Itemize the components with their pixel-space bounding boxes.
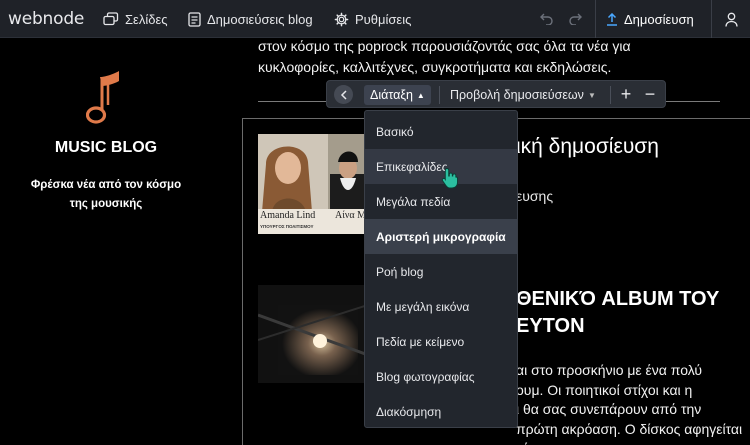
remove-post-button[interactable]: −	[641, 83, 659, 105]
layout-option[interactable]: Μεγάλα πεδία	[365, 184, 517, 219]
redo-button[interactable]	[565, 0, 585, 38]
post-1-date: ευσης	[516, 188, 554, 204]
top-bar: webnode Σελίδες Δημοσιεύσεις blog Ρυθμίσ…	[0, 0, 750, 38]
redo-icon	[569, 13, 582, 25]
upload-icon	[607, 12, 617, 26]
blog-subtitle-line: Φρέσκα νέα από τον κόσμο	[30, 179, 182, 191]
caption-name: Amanda Lind	[260, 210, 316, 221]
layout-option[interactable]: Διακόσμηση	[365, 394, 517, 429]
layout-option[interactable]: Ροή blog	[365, 254, 517, 289]
blog-section-toolbar: Διάταξη ▲ Προβολή δημοσιεύσεων ▼ + −	[326, 80, 666, 108]
layout-label: Διάταξη	[370, 88, 413, 102]
undo-icon	[540, 13, 553, 25]
layout-option[interactable]: Πεδία με κείμενο	[365, 324, 517, 359]
nav-pages[interactable]: Σελίδες	[103, 0, 168, 38]
excerpt-line: ι θα σας συνεπάρουν από την	[516, 401, 702, 417]
layout-option[interactable]: Βασικό	[365, 114, 517, 149]
excerpt-line: αι στο προσκήνιο με ένα πολύ	[516, 362, 703, 378]
caption-role: ΥΠΟΥΡΓΟΣ ΠΟΛΙΤΙΣΜΟΥ	[260, 224, 314, 229]
intro-line: στον κόσμο της poprock παρουσιάζοντάς σα…	[258, 38, 631, 54]
nav-pages-label: Σελίδες	[125, 11, 168, 27]
publish-label: Δημοσίευση	[624, 11, 694, 27]
view-label: Προβολή δημοσιεύσεων	[450, 88, 584, 102]
undo-button[interactable]	[537, 0, 557, 38]
layout-option-selected[interactable]: Αριστερή μικρογραφία	[365, 219, 517, 254]
blog-posts-icon	[188, 11, 201, 27]
webnode-logo[interactable]: webnode	[8, 9, 84, 29]
blog-subtitle-line: της μουσικής	[69, 198, 143, 210]
hand-cursor-icon	[441, 168, 458, 189]
post-view-dropdown-button[interactable]: Προβολή δημοσιεύσεων ▼	[450, 85, 596, 105]
layout-option[interactable]: Blog φωτογραφίας	[365, 359, 517, 394]
pages-icon	[103, 12, 119, 26]
add-post-button[interactable]: +	[617, 83, 635, 105]
gear-icon	[334, 12, 349, 26]
post-thumbnail-1[interactable]: Amanda Lind Αίνα Μ ΥΠΟΥΡΓΟΣ ΠΟΛΙΤΙΣΜΟΥ	[258, 134, 368, 234]
toolbar-divider	[595, 0, 596, 38]
toolbar-divider	[439, 86, 440, 104]
blog-title[interactable]: MUSIC BLOG	[0, 139, 212, 157]
layout-dropdown-button[interactable]: Διάταξη ▲	[364, 85, 431, 105]
publish-button[interactable]: Δημοσίευση	[606, 0, 694, 38]
back-button[interactable]	[334, 85, 353, 104]
blog-sidebar: MUSIC BLOG Φρέσκα νέα από τον κόσμο της …	[0, 39, 212, 445]
caption-name: Αίνα Μ	[335, 210, 367, 221]
layout-option[interactable]: Με μεγάλη εικόνα	[365, 289, 517, 324]
blog-intro-text[interactable]: στον κόσμο της poprock παρουσιάζοντάς σα…	[258, 36, 698, 78]
chevron-left-icon	[340, 89, 347, 100]
excerpt-line: πρώτη ακρόαση. Ο δίσκος αφηγείται μία	[516, 420, 743, 445]
nav-settings-label: Ρυθμίσεις	[355, 11, 412, 27]
blog-subtitle[interactable]: Φρέσκα νέα από τον κόσμο της μουσικής	[10, 176, 202, 214]
nav-blog-posts[interactable]: Δημοσιεύσεις blog	[188, 0, 313, 38]
excerpt-line: ουμ. Οι ποιητικοί στίχοι και η	[516, 381, 693, 398]
post-2-title[interactable]: ΘΕΝΙΚΌ ALBUM ΤΟΥ ΕΥΤΟΝ	[516, 286, 746, 340]
account-button[interactable]	[716, 0, 746, 38]
music-note-icon	[86, 71, 119, 124]
toolbar-divider	[610, 86, 611, 104]
post-2-title-line: ΘΕΝΙΚΌ ALBUM ΤΟΥ	[516, 288, 720, 310]
toolbar-divider	[711, 0, 712, 38]
intro-line: κυκλοφορίες, καλλιτέχνες, συγκροτήματα κ…	[258, 59, 612, 75]
post-thumbnail-2[interactable]	[258, 285, 368, 383]
stage-light-photo	[258, 285, 368, 383]
layout-menu: Βασικό Επικεφαλίδες Μεγάλα πεδία Αριστερ…	[364, 110, 518, 428]
user-icon	[724, 12, 738, 27]
nav-blog-posts-label: Δημοσιεύσεις blog	[207, 11, 313, 27]
caret-up-icon: ▲	[416, 90, 425, 100]
post-2-title-line: ΕΥΤΟΝ	[516, 315, 585, 337]
caret-down-icon: ▼	[587, 90, 596, 100]
post-2-excerpt: αι στο προσκήνιο με ένα πολύ ουμ. Οι ποι…	[516, 361, 746, 445]
nav-settings[interactable]: Ρυθμίσεις	[334, 0, 411, 38]
post-1-title[interactable]: ική δημοσίευση	[516, 135, 659, 159]
